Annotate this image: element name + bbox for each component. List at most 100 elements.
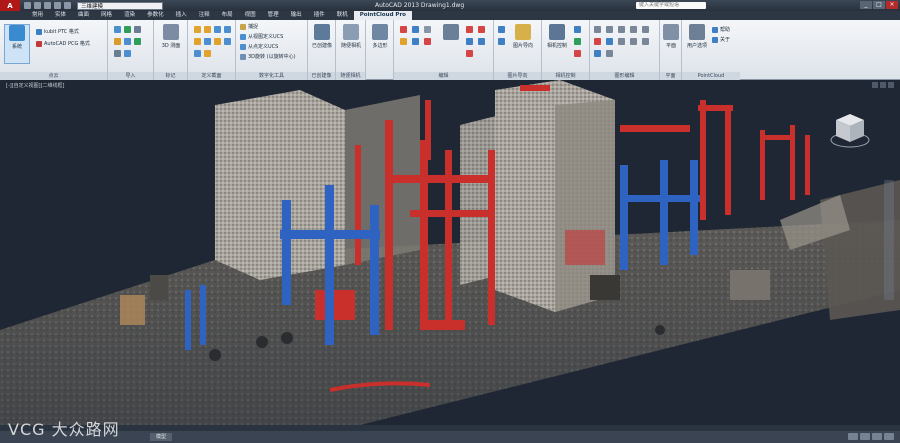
edit-icon-4[interactable] <box>400 38 407 45</box>
system-button[interactable]: 系统 <box>4 24 30 64</box>
random-camera-button[interactable]: 随便相机 <box>338 24 364 49</box>
tab-manage[interactable]: 管理 <box>262 11 285 20</box>
edit-icon-5[interactable] <box>412 38 419 45</box>
image-guide-button[interactable]: 图片导向 <box>510 24 536 49</box>
workspace-dropdown[interactable]: 三维建模 <box>77 1 163 10</box>
import-icon-6[interactable] <box>134 38 141 45</box>
autocad-pcg-button[interactable]: AutoCAD PCG 格式 <box>36 40 90 48</box>
edit-icon-9[interactable] <box>466 38 473 45</box>
section-icon-8[interactable] <box>224 38 231 45</box>
tab-annotate[interactable]: 注释 <box>193 11 216 20</box>
model-tab[interactable]: 模型 <box>150 433 173 441</box>
section-icon-7[interactable] <box>214 38 221 45</box>
user-options-button[interactable]: 用户选项 <box>684 24 710 49</box>
draw-icon-1[interactable] <box>594 26 601 33</box>
viewport-minimize-icon[interactable] <box>872 82 878 88</box>
redo-icon[interactable] <box>64 2 71 9</box>
edit-icon-11[interactable] <box>466 50 473 57</box>
import-icon-1[interactable] <box>114 26 121 33</box>
tab-solid[interactable]: 实体 <box>49 11 72 20</box>
draw-icon-10[interactable] <box>642 38 649 45</box>
edit-icon-3[interactable] <box>424 26 431 33</box>
3d-rotate-button[interactable]: 3D旋转 (以旋转中心) <box>240 53 296 61</box>
camera-icon-3[interactable] <box>574 50 581 57</box>
tab-plugins[interactable]: 插件 <box>308 11 331 20</box>
ucs-from-point-button[interactable]: 从点定义UCS <box>240 43 278 51</box>
status-toggle-icon-1[interactable] <box>848 433 858 440</box>
camera-icon-2[interactable] <box>574 38 581 45</box>
draw-icon-3[interactable] <box>618 26 625 33</box>
import-icon-7[interactable] <box>114 50 121 57</box>
snap-button[interactable]: 捕捉 <box>240 23 258 31</box>
minimize-button[interactable]: _ <box>860 1 872 9</box>
draw-icon-12[interactable] <box>606 50 613 57</box>
viewport-restore-icon[interactable] <box>880 82 886 88</box>
polygon-button[interactable]: 多边形 <box>367 24 393 49</box>
draw-icon-9[interactable] <box>630 38 637 45</box>
import-icon-2[interactable] <box>124 26 131 33</box>
tab-view[interactable]: 视图 <box>239 11 262 20</box>
status-toggle-icon-2[interactable] <box>860 433 870 440</box>
viewport-label[interactable]: [-][自定义视图][二维线框] <box>6 82 65 89</box>
tab-home[interactable]: 常用 <box>26 11 49 20</box>
tab-parametric[interactable]: 参数化 <box>141 11 170 20</box>
section-icon-1[interactable] <box>194 26 201 33</box>
section-icon-3[interactable] <box>214 26 221 33</box>
tab-insert[interactable]: 插入 <box>170 11 193 20</box>
import-icon-5[interactable] <box>124 38 131 45</box>
edit-icon-2[interactable] <box>412 26 419 33</box>
camera-icon-1[interactable] <box>574 26 581 33</box>
status-toggle-icon-4[interactable] <box>884 433 894 440</box>
save-icon[interactable] <box>44 2 51 9</box>
draw-icon-2[interactable] <box>606 26 613 33</box>
plane-button[interactable]: 平面 <box>658 24 684 49</box>
draw-icon-11[interactable] <box>594 50 601 57</box>
draw-icon-4[interactable] <box>630 26 637 33</box>
edit-icon-7[interactable] <box>466 26 473 33</box>
section-icon-4[interactable] <box>224 26 231 33</box>
import-icon-4[interactable] <box>114 38 121 45</box>
viewport-close-icon[interactable] <box>888 82 894 88</box>
tab-mesh[interactable]: 网格 <box>95 11 118 20</box>
draw-icon-8[interactable] <box>618 38 625 45</box>
section-icon-6[interactable] <box>204 38 211 45</box>
tab-online[interactable]: 联机 <box>331 11 354 20</box>
tab-layout[interactable]: 布局 <box>216 11 239 20</box>
viewcube-icon[interactable] <box>830 110 870 150</box>
new-icon[interactable] <box>24 2 31 9</box>
camera-control-button[interactable]: 相机控制 <box>544 24 570 49</box>
attribute-button[interactable] <box>438 24 464 42</box>
import-icon-3[interactable] <box>134 26 141 33</box>
drawing-viewport[interactable]: [-][自定义视图][二维线框] <box>0 80 900 425</box>
about-button[interactable]: 关于 <box>712 36 730 44</box>
tab-render[interactable]: 渲染 <box>118 11 141 20</box>
maximize-button[interactable]: □ <box>873 1 885 9</box>
draw-icon-6[interactable] <box>594 38 601 45</box>
search-input[interactable]: 键入关键字或短语 <box>636 2 706 9</box>
draw-icon-7[interactable] <box>606 38 613 45</box>
image-icon-2[interactable] <box>498 38 505 45</box>
undo-icon[interactable] <box>54 2 61 9</box>
edit-icon-8[interactable] <box>478 26 485 33</box>
draw-icon-5[interactable] <box>642 26 649 33</box>
import-icon-8[interactable] <box>124 50 131 57</box>
help-button[interactable]: 帮助 <box>712 26 730 34</box>
ucs-from-view-button[interactable]: 从视图定义UCS <box>240 33 283 41</box>
edit-icon-6[interactable] <box>424 38 431 45</box>
image-icon-1[interactable] <box>498 26 505 33</box>
tab-surface[interactable]: 曲面 <box>72 11 95 20</box>
navigation-bar[interactable] <box>884 180 894 300</box>
tab-pointcloud-pro[interactable]: PointCloud Pro <box>353 11 412 20</box>
section-icon-10[interactable] <box>204 50 211 57</box>
3d-section-button[interactable]: 3D 测面 <box>158 24 184 49</box>
close-button[interactable]: × <box>886 1 898 9</box>
app-menu-button[interactable]: A <box>0 0 20 11</box>
section-icon-2[interactable] <box>204 26 211 33</box>
open-icon[interactable] <box>34 2 41 9</box>
status-toggle-icon-3[interactable] <box>872 433 882 440</box>
edit-icon-1[interactable] <box>400 26 407 33</box>
tab-output[interactable]: 输出 <box>285 11 308 20</box>
kubit-ptc-button[interactable]: kubit PTC 格式 <box>36 28 79 36</box>
edit-icon-10[interactable] <box>478 38 485 45</box>
section-icon-9[interactable] <box>194 50 201 57</box>
